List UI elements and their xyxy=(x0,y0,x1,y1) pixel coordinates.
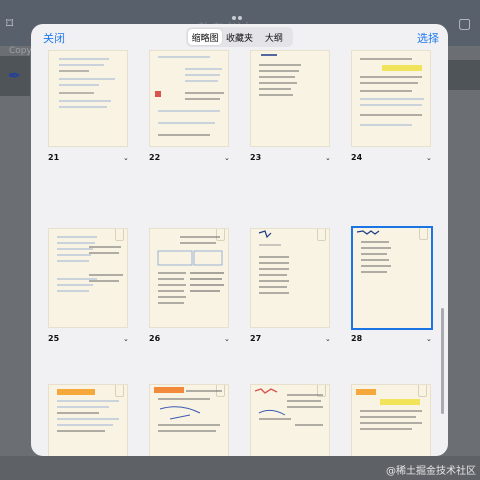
page-content-sketch xyxy=(157,236,224,304)
page-number: 23 xyxy=(250,153,262,162)
chevron-down-icon[interactable]: ⌄ xyxy=(426,154,432,162)
chevron-down-icon[interactable]: ⌄ xyxy=(224,335,230,343)
page-thumbnail[interactable] xyxy=(351,50,431,147)
window-grabber[interactable] xyxy=(232,5,248,39)
sheet-header: 关闭 缩略图 收藏夹 大纲 选择 xyxy=(31,24,448,50)
page-number: 24 xyxy=(351,153,363,162)
chevron-down-icon[interactable]: ⌄ xyxy=(325,335,331,343)
page-thumbnail[interactable] xyxy=(149,50,229,147)
page-content-sketch xyxy=(356,389,422,430)
copy-label: Copy xyxy=(9,46,32,56)
page-content-sketch xyxy=(59,58,115,108)
page-thumbnail[interactable] xyxy=(48,384,128,456)
page-content-sketch xyxy=(258,230,289,294)
page-number: 25 xyxy=(48,334,60,343)
page-thumbnail[interactable] xyxy=(250,50,330,147)
bookmark-icon[interactable]: ⌑ xyxy=(6,16,13,32)
page-content-sketch xyxy=(254,388,323,426)
chevron-down-icon[interactable]: ⌄ xyxy=(325,154,331,162)
thumbnail-grid: 21 ⌄ 22 ⌄ 23 ⌄ 24 ⌄ 25 ⌄ 26 ⌄ 27 ⌄ 28 ⌄ xyxy=(31,50,448,456)
more-icon[interactable]: ▢ xyxy=(458,16,471,32)
page-thumbnail-selected[interactable] xyxy=(351,226,433,330)
scrollbar[interactable] xyxy=(441,308,444,414)
page-number: 26 xyxy=(149,334,161,343)
page-thumbnail[interactable] xyxy=(149,228,229,328)
tab-favorites[interactable]: 收藏夹 xyxy=(222,29,256,45)
tab-thumbnails[interactable]: 缩略图 xyxy=(188,29,223,45)
page-content-sketch xyxy=(57,236,123,292)
page-thumbnail[interactable] xyxy=(48,228,128,328)
page-content-sketch xyxy=(360,58,424,126)
watermark: @稀土掘金技术社区 xyxy=(386,466,476,477)
page-number: 22 xyxy=(149,153,161,162)
chevron-down-icon[interactable]: ⌄ xyxy=(123,154,129,162)
tab-outline[interactable]: 大纲 xyxy=(257,29,291,45)
page-thumbnail[interactable] xyxy=(48,50,128,147)
page-content-sketch xyxy=(259,54,301,96)
page-number: 28 xyxy=(351,334,363,343)
select-button[interactable]: 选择 xyxy=(417,30,439,46)
page-number: 27 xyxy=(250,334,262,343)
chevron-down-icon[interactable]: ⌄ xyxy=(224,154,230,162)
thumbnail-sheet: 关闭 缩略图 收藏夹 大纲 选择 21 ⌄ 22 ⌄ 23 ⌄ 24 ⌄ 25 … xyxy=(31,24,448,456)
page-thumbnail[interactable] xyxy=(149,384,229,456)
right-tool-strip xyxy=(448,60,480,90)
page-content-sketch xyxy=(154,387,222,432)
view-segmented-control: 缩略图 收藏夹 大纲 xyxy=(186,27,293,47)
chevron-down-icon[interactable]: ⌄ xyxy=(426,335,432,343)
page-number: 21 xyxy=(48,153,60,162)
page-thumbnail[interactable] xyxy=(351,384,431,456)
close-button[interactable]: 关闭 xyxy=(43,30,65,46)
chevron-down-icon[interactable]: ⌄ xyxy=(123,335,129,343)
page-thumbnail[interactable] xyxy=(250,228,330,328)
pen-icon[interactable]: ✒ xyxy=(8,66,26,86)
page-content-sketch xyxy=(356,230,391,273)
page-thumbnail[interactable] xyxy=(250,384,330,456)
page-content-sketch xyxy=(155,56,224,136)
page-content-sketch xyxy=(57,389,119,432)
